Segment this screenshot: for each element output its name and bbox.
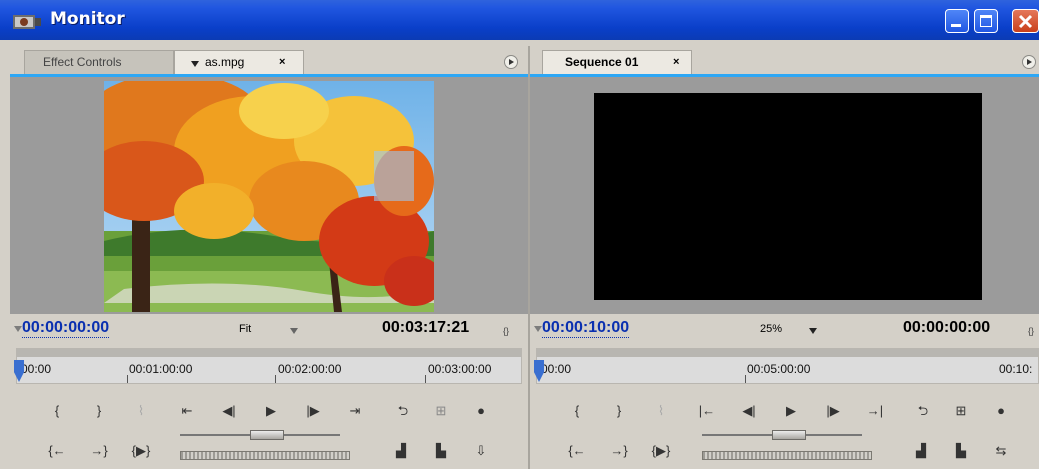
close-icon — [1018, 14, 1033, 29]
jog-wheel[interactable] — [180, 451, 350, 460]
in-out-duration-icon: {} — [1028, 326, 1035, 336]
zoom-dropdown-icon[interactable] — [290, 328, 298, 334]
set-in-icon[interactable]: { — [566, 402, 588, 420]
program-timecode-row: 00:00:10:00 25% 00:00:00:00 {} — [530, 318, 1039, 342]
play-icon[interactable]: ▶ — [780, 402, 802, 420]
tab-label: as.mpg — [205, 55, 245, 69]
jog-wheel[interactable] — [702, 451, 872, 460]
source-viewer — [10, 77, 528, 314]
playhead-icon[interactable] — [534, 360, 544, 382]
export-frame-icon[interactable]: ⇩ — [470, 442, 492, 460]
output-icon[interactable]: ● — [990, 402, 1012, 420]
playhead-icon[interactable] — [14, 360, 24, 382]
go-to-next-edit-icon[interactable]: →| — [864, 402, 886, 420]
window-title: Monitor — [50, 9, 125, 29]
safe-margins-icon[interactable]: ⊞ — [950, 402, 972, 420]
zoom-dropdown-icon[interactable] — [809, 328, 817, 334]
go-to-out-point-icon[interactable]: →} — [88, 442, 110, 460]
step-back-icon[interactable]: ◀| — [738, 402, 760, 420]
title-bar[interactable]: Monitor — [0, 0, 1039, 40]
set-out-icon[interactable]: } — [608, 402, 630, 420]
source-time-ruler[interactable]: 00:00 00:01:00:00 00:02:00:00 00:03:00:0… — [14, 348, 522, 384]
go-to-in-icon[interactable]: ⇤ — [176, 402, 198, 420]
program-monitor-panel: Sequence 01 × 00:00:10:00 25% 00:00:00:0… — [528, 46, 1039, 469]
trim-icon[interactable]: ⇆ — [990, 442, 1012, 460]
loop-icon[interactable]: ⮌ — [392, 402, 414, 420]
loop-icon[interactable]: ⮌ — [912, 402, 934, 420]
step-back-icon[interactable]: ◀| — [218, 402, 240, 420]
tab-as-mpg[interactable]: as.mpg × — [174, 50, 304, 74]
ruler-label: 00:02:00:00 — [278, 362, 342, 376]
lift-icon[interactable]: ▟ — [910, 442, 932, 460]
film-icon — [12, 11, 42, 31]
ruler-label: 00:00 — [21, 362, 52, 376]
tab-label: Sequence 01 — [565, 55, 639, 69]
zoom-bar[interactable] — [537, 349, 1038, 357]
extract-icon[interactable]: ▙ — [950, 442, 972, 460]
ruler-tick — [275, 375, 276, 383]
go-to-in-point-icon[interactable]: {← — [46, 442, 68, 460]
ruler-label: 00:03:00:00 — [428, 362, 492, 376]
go-to-previous-edit-icon[interactable]: |← — [696, 402, 718, 420]
ruler-label: 00:05:00:00 — [747, 362, 811, 376]
source-duration-timecode: 00:03:17:21 — [382, 319, 470, 336]
go-to-out-icon[interactable]: ⇥ — [344, 402, 366, 420]
go-to-out-point-icon[interactable]: →} — [608, 442, 630, 460]
set-in-icon[interactable]: { — [46, 402, 68, 420]
go-to-in-point-icon[interactable]: {← — [566, 442, 588, 460]
panel-menu-button[interactable] — [504, 55, 518, 69]
panel-menu-button[interactable] — [1022, 55, 1036, 69]
maximize-icon — [980, 15, 992, 27]
in-out-duration-icon: {} — [503, 326, 510, 336]
minimize-icon — [951, 24, 961, 27]
minimize-button[interactable] — [945, 9, 969, 33]
tab-close-icon[interactable]: × — [673, 51, 679, 73]
set-out-icon[interactable]: } — [88, 402, 110, 420]
ruler-label: 00:01:00:00 — [129, 362, 193, 376]
dropdown-arrow-icon[interactable] — [191, 61, 199, 67]
overlay-icon[interactable]: ▙ — [430, 442, 452, 460]
monitor-window: Monitor Effect Controls as.mpg × 00:00:0… — [0, 0, 1039, 469]
zoom-select[interactable]: 25% — [760, 323, 782, 335]
shuttle-slider[interactable] — [772, 430, 806, 440]
zoom-bar[interactable] — [17, 349, 521, 357]
autumn-tree-photo — [104, 81, 434, 312]
program-viewer — [530, 77, 1039, 314]
play-in-to-out-icon[interactable]: {▶} — [130, 442, 152, 460]
source-tab-row: Effect Controls as.mpg × — [10, 46, 528, 77]
tab-close-icon[interactable]: × — [279, 51, 285, 73]
output-icon[interactable]: ● — [470, 402, 492, 420]
step-forward-icon[interactable]: |▶ — [822, 402, 844, 420]
program-duration-timecode: 00:00:00:00 — [903, 319, 991, 336]
play-in-to-out-icon[interactable]: {▶} — [650, 442, 672, 460]
set-marker-icon[interactable]: ⌇ — [130, 402, 152, 420]
tab-label: Effect Controls — [43, 55, 122, 69]
source-current-timecode[interactable]: 00:00:00:00 — [22, 319, 110, 338]
program-time-ruler[interactable]: 00:00 00:05:00:00 00:10: — [534, 348, 1039, 384]
program-tab-row: Sequence 01 × — [530, 46, 1039, 77]
source-timecode-row: 00:00:00:00 Fit 00:03:17:21 {} — [10, 318, 528, 342]
maximize-button[interactable] — [974, 9, 998, 33]
source-monitor-panel: Effect Controls as.mpg × 00:00:00:00 Fit… — [10, 46, 528, 469]
ruler-tick — [425, 375, 426, 383]
tab-sequence-01[interactable]: Sequence 01 × — [542, 50, 692, 74]
timecode-triangle-icon — [534, 326, 542, 332]
timecode-triangle-icon — [14, 326, 22, 332]
ruler-tick — [745, 375, 746, 383]
close-button[interactable] — [1012, 9, 1039, 33]
program-frame — [594, 93, 982, 300]
insert-icon[interactable]: ▟ — [390, 442, 412, 460]
tab-effect-controls[interactable]: Effect Controls — [24, 50, 174, 74]
set-marker-icon[interactable]: ⌇ — [650, 402, 672, 420]
ruler-label: 00:10: — [999, 362, 1033, 376]
program-current-timecode[interactable]: 00:00:10:00 — [542, 319, 630, 338]
zoom-select[interactable]: Fit — [239, 323, 251, 335]
ruler-label: 00:00 — [541, 362, 572, 376]
step-forward-icon[interactable]: |▶ — [302, 402, 324, 420]
play-icon[interactable]: ▶ — [260, 402, 282, 420]
safe-margins-icon[interactable]: ⊞ — [430, 402, 452, 420]
ruler-tick — [127, 375, 128, 383]
shuttle-slider[interactable] — [250, 430, 284, 440]
